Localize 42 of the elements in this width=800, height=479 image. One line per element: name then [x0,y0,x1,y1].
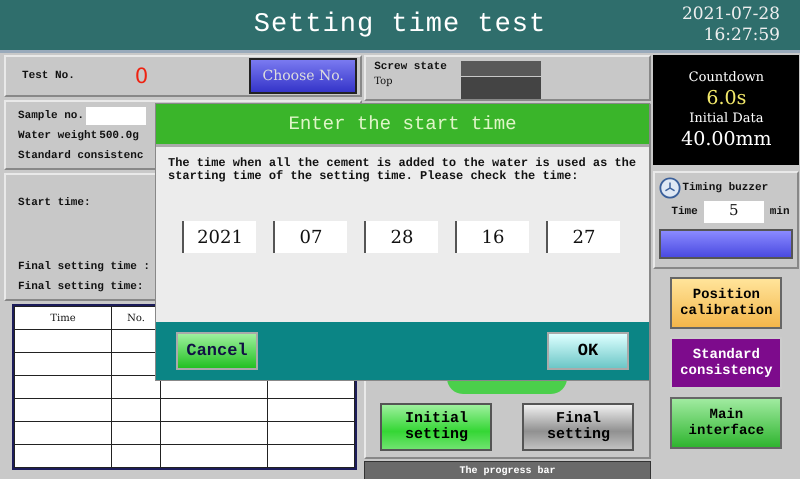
countdown-value: 6.0s [706,87,746,109]
progress-label: The progress bar [459,466,556,476]
start-timer-button[interactable] [659,229,794,259]
initial-data-value: 40.00mm [681,128,772,150]
test-label: Test No. [22,70,75,82]
time-input-field[interactable]: 16 [455,221,529,253]
time-input-field[interactable]: 2021 [182,221,256,253]
time-label: Final setting time : [18,261,150,273]
time-input-field[interactable]: 27 [546,221,620,253]
sample-field[interactable] [86,106,146,124]
test-number: 0 [134,64,148,88]
time-input-field[interactable]: 28 [364,221,438,253]
water-value: 500.0g [99,130,139,142]
column-header: Time [14,306,112,330]
time-label: Start time: [18,197,91,209]
ok-button[interactable]: OK [547,332,629,370]
setting-button[interactable]: Final setting [522,403,634,451]
initial-data-label: Initial Data [689,111,764,126]
buzzer-time-field[interactable]: 5 [704,201,764,223]
time-input-field[interactable]: 07 [273,221,347,253]
time-label: Final setting time: [18,281,144,293]
countdown-label: Countdown [688,70,764,85]
side-button[interactable]: Main interface [670,397,782,449]
clock-icon [659,177,682,199]
water-label: Water weight [18,130,98,142]
sample-label: Sample no. [18,110,84,122]
side-button[interactable]: Standard consistency [670,337,782,389]
setting-button[interactable]: Initial setting [380,403,492,451]
time-label: Time [671,206,698,218]
side-button[interactable]: Position calibration [670,277,782,329]
buzzer-label: Timing buzzer [682,182,768,194]
date-text: 2021-07-28 [682,4,780,25]
cancel-button[interactable]: Cancel [176,332,258,370]
position-label: Top [374,76,394,87]
dialog-title: Enter the start time [156,104,649,147]
consistency-label: Standard consistenc [18,150,144,162]
choose-button[interactable]: Choose No. [249,58,358,94]
window-title: Setting time test [254,10,546,40]
dialog-message: The time when all the cement is added to the water is used as the starting time of the setting time. Please check the time: [168,157,637,183]
time-text: 16:27:59 [704,25,780,46]
unit-label: min [770,206,790,218]
screw-label: Screw state [374,61,447,73]
